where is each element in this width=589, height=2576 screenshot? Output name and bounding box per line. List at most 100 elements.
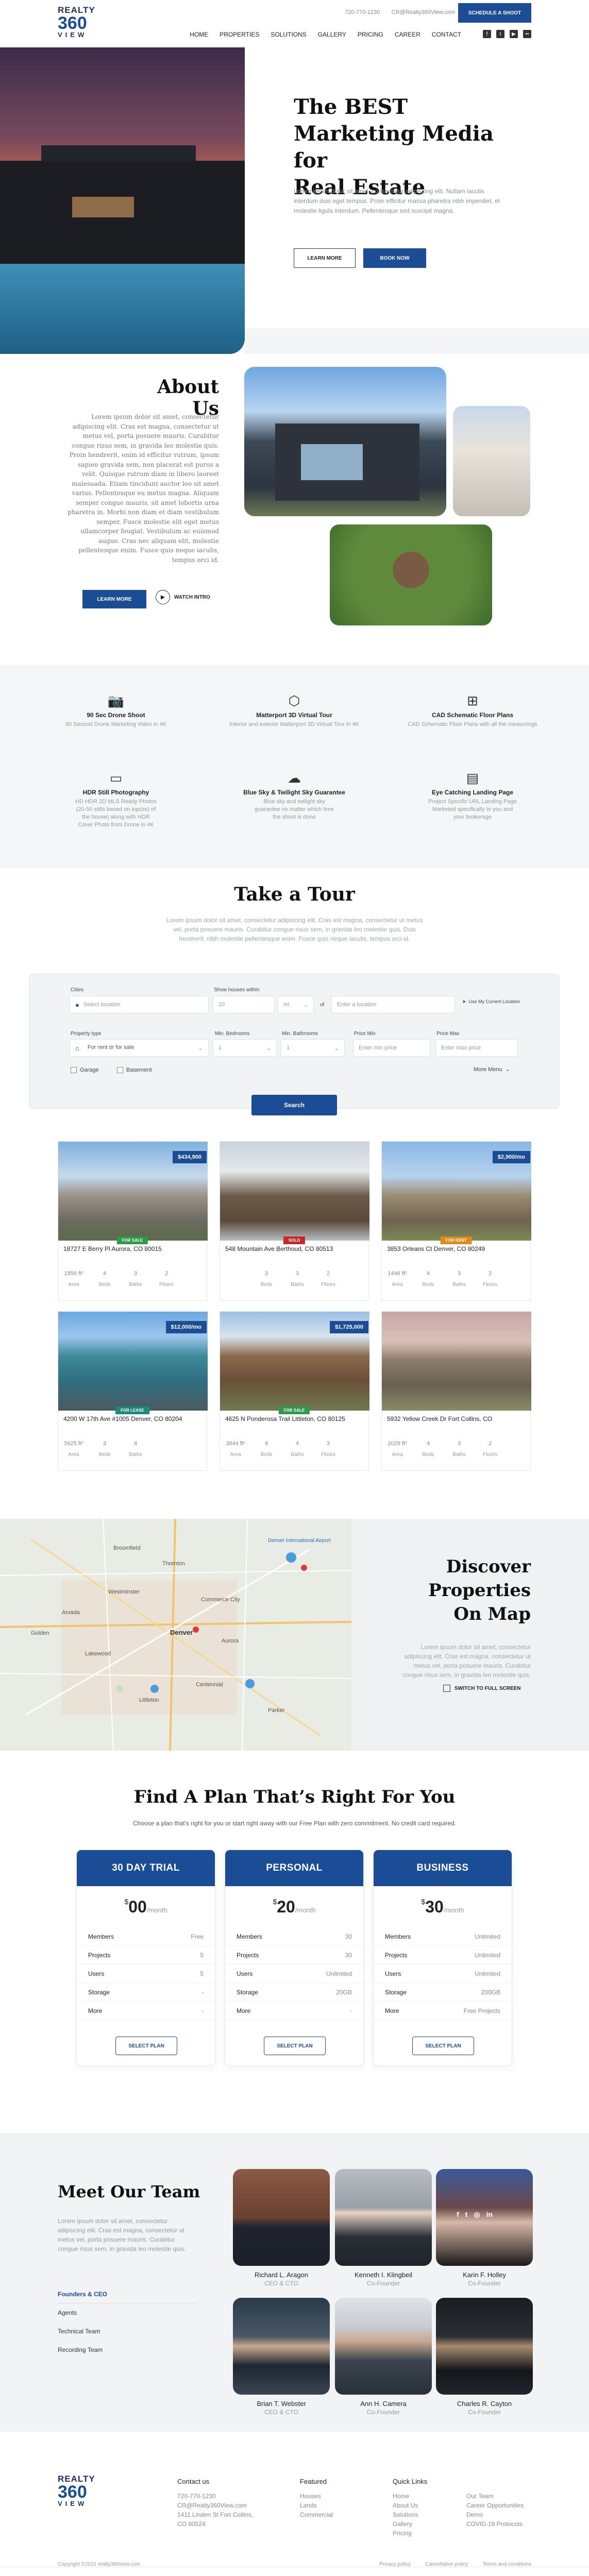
plan-card-business: BUSINESS $30/month Members Unlimited Proj… — [373, 1850, 512, 2066]
plan-card-trial: 30 DAY TRIAL $00/month Members Free Proje… — [76, 1850, 215, 2066]
flickr-icon[interactable]: •• — [523, 30, 531, 38]
twitter-icon[interactable]: t — [465, 2210, 468, 2219]
plan-card-personal: PERSONAL $20/month Members 30 Projects 30 … — [225, 1850, 364, 2066]
team-tab-founders[interactable]: Founders & CEO — [58, 2285, 197, 2303]
basement-checkbox[interactable]: Basement — [117, 1067, 152, 1073]
play-icon: ▶ — [156, 590, 170, 604]
min-bedrooms-select[interactable]: 1 ⌄ — [213, 1039, 277, 1057]
avatar — [335, 2169, 432, 2266]
landing-page-icon: ▤ — [466, 770, 479, 786]
team-member[interactable]: Ann H. Camera Co-Founder — [335, 2298, 432, 2416]
map-label: Parker — [268, 1707, 285, 1714]
footer-legal-links: Privacy policy Cancellation policy Terms… — [379, 2562, 531, 2567]
team-tab-technical[interactable]: Technical Team — [58, 2322, 197, 2341]
chevron-down-icon: ⌄ — [303, 1002, 308, 1008]
select-plan-button[interactable]: SELECT PLAN — [412, 2037, 474, 2055]
min-bathrooms-select[interactable]: 1 ⌄ — [281, 1039, 345, 1057]
search-button[interactable]: Search — [251, 1095, 337, 1115]
avatar — [335, 2298, 432, 2395]
price-max-input[interactable]: Enter max price — [435, 1039, 518, 1057]
feature-drone-shoot: 📷 90 Sec Drone Shoot 90 Second Drone Mark… — [65, 693, 167, 727]
feature-sky-guarantee: ☁ Blue Sky & Twilight Sky Guarantee Blue … — [243, 770, 345, 820]
select-plan-button[interactable]: SELECT PLAN — [115, 2037, 177, 2055]
status-badge: FOR SALE — [278, 1406, 310, 1414]
team-member[interactable]: Brian T. Webster CEO & CTO — [233, 2298, 330, 2416]
chevron-down-icon: ⌄ — [266, 1045, 271, 1052]
header-phone[interactable]: 720-770-1230 — [345, 9, 380, 15]
map-label: Westminster — [108, 1589, 140, 1595]
footer-quick-links-2: Our Team Career Opportunities Demo COVID… — [466, 2493, 524, 2528]
listing-card[interactable]: $2,900/mo FOR RENT 3853 Orleans Ct Denve… — [381, 1141, 531, 1301]
nav-home[interactable]: HOME — [190, 31, 208, 38]
team-tab-recording[interactable]: Recording Team — [58, 2341, 197, 2359]
about-learn-more-button[interactable]: LEARN MORE — [82, 590, 146, 608]
youtube-icon[interactable]: ▶ — [510, 30, 518, 38]
price-min-input[interactable]: Enter min price — [353, 1039, 430, 1057]
top-contact: 720-770-1230 CR@Realty360View.com — [345, 9, 455, 15]
distance-unit-select[interactable]: mi ⌄ — [278, 996, 314, 1013]
site-logo[interactable]: REALTY 360 VIEW — [58, 5, 119, 42]
schedule-shoot-button[interactable]: SCHEDULE A SHOOT — [458, 3, 531, 23]
footer-featured: Featured Houses Lands Commercial — [300, 2478, 333, 2518]
linkedin-icon[interactable]: in — [486, 2210, 493, 2219]
hero-learn-more-button[interactable]: LEARN MORE — [294, 248, 356, 268]
location-input[interactable]: Enter a location — [331, 996, 455, 1013]
chevron-down-icon: ⌄ — [505, 1066, 510, 1073]
property-map[interactable]: Thornton Westminster Arvada Denver Auror… — [0, 1519, 351, 1751]
avatar — [436, 2298, 533, 2395]
map-label: Denver International Airport — [268, 1538, 331, 1544]
twitter-icon[interactable]: t — [496, 30, 504, 38]
switch-full-screen-link[interactable]: SWITCH TO FULL SCREEN — [443, 1685, 521, 1692]
terms-link[interactable]: Terms and conditions — [483, 2562, 532, 2567]
listing-card[interactable]: SOLD 548 Mountain Ave Berthoud, CO 80513… — [220, 1141, 369, 1301]
watch-intro-link[interactable]: ▶ WATCH INTRO — [156, 590, 210, 604]
team-member[interactable]: Charles R. Cayton Co-Founder — [436, 2298, 533, 2416]
team-member[interactable]: Richard L. Aragon CEO & CTO — [233, 2169, 330, 2287]
cities-select[interactable]: ● Select location — [70, 996, 209, 1013]
nav-gallery[interactable]: GALLERY — [318, 31, 346, 38]
within-distance-input[interactable]: 20 — [213, 996, 275, 1013]
features-section: 📷 90 Sec Drone Shoot 90 Second Drone Mark… — [0, 665, 589, 868]
listing-card[interactable]: $1,725,000 FOR SALE 4625 N Ponderosa Tra… — [220, 1311, 369, 1471]
use-current-location-link[interactable]: ➤ Use My Current Location — [462, 999, 524, 1005]
nav-pricing[interactable]: PRICING — [358, 31, 383, 38]
tour-subtitle: Lorem ipsum dolor sit amet, consectetur … — [166, 917, 423, 942]
nav-properties[interactable]: PROPERTIES — [220, 31, 259, 38]
more-menu-toggle[interactable]: More Menu ⌄ — [474, 1066, 510, 1073]
nav-contact[interactable]: CONTACT — [432, 31, 461, 38]
property-type-select[interactable]: ⌂ For rent or for sale ⌄ — [70, 1039, 209, 1057]
chevron-down-icon: ⌄ — [334, 1045, 339, 1052]
map-text: Lorem ipsum dolor sit amet, consectetur … — [402, 1643, 531, 1679]
listing-card[interactable]: $434,900 FOR SALE 18727 E Berry Pl Auror… — [58, 1141, 208, 1301]
about-section: About Us Lorem ipsum dolor sit amet, con… — [0, 361, 589, 649]
nav-career[interactable]: CAREER — [395, 31, 420, 38]
team-tab-agents[interactable]: Agents — [58, 2303, 197, 2322]
about-image-aerial — [330, 524, 492, 625]
tour-title: Take a Tour — [234, 884, 355, 905]
footer-quick-links: Quick Links Home About Us Solutions Gall… — [393, 2478, 428, 2537]
hero-image — [0, 47, 245, 354]
select-plan-button[interactable]: SELECT PLAN — [264, 2037, 326, 2055]
nav-solutions[interactable]: SOLUTIONS — [271, 31, 306, 38]
header-email[interactable]: CR@Realty360View.com — [392, 9, 455, 15]
avatar — [233, 2298, 330, 2395]
social-links: f t ▶ •• — [483, 30, 531, 38]
listing-card[interactable]: 5932 Yellow Creek Dr Fort Collins, CO 20… — [381, 1311, 531, 1471]
plans-subtitle: Choose a plan that's right for you or st… — [132, 1820, 457, 1827]
team-member[interactable]: f t ◎ in Karin F. Holley Co-Founder — [436, 2169, 533, 2287]
privacy-policy-link[interactable]: Privacy policy — [379, 2562, 411, 2567]
listing-card[interactable]: $12,000/mo FOR LEASE 4200 W 17th Ave #10… — [58, 1311, 208, 1471]
map-label: Arvada — [62, 1609, 80, 1616]
cancellation-policy-link[interactable]: Cancellation policy — [425, 2562, 468, 2567]
map-label: Centennial — [196, 1682, 223, 1688]
footer-logo[interactable]: REALTY 360 VIEW — [58, 2474, 119, 2511]
facebook-icon[interactable]: f — [483, 30, 491, 38]
team-text: Lorem ipsum dolor sit amet, consectetur … — [58, 2217, 186, 2252]
facebook-icon[interactable]: f — [457, 2210, 459, 2219]
hero-book-now-button[interactable]: BOOK NOW — [363, 248, 426, 268]
location-pin-icon: ● — [75, 1001, 79, 1009]
garage-checkbox[interactable]: Garage — [71, 1067, 99, 1073]
team-member[interactable]: Kenneth I. Klingbeil Co-Founder — [335, 2169, 432, 2287]
instagram-icon[interactable]: ◎ — [474, 2210, 480, 2219]
feature-floor-plans: ⊞ CAD Schematic Floor Plans CAD Schematic… — [408, 693, 537, 727]
